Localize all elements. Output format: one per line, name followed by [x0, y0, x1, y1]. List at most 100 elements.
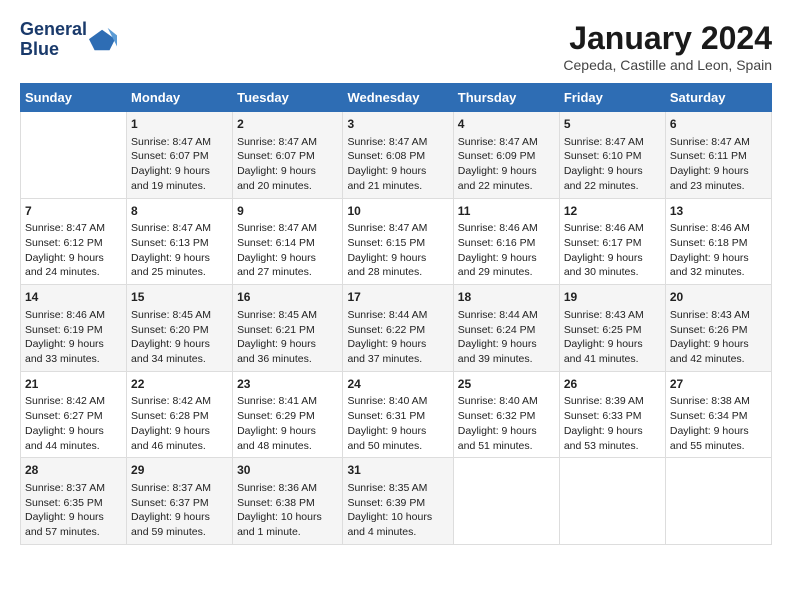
- cell-text-line: Daylight: 9 hours: [347, 424, 448, 439]
- day-number: 9: [237, 203, 338, 220]
- header-wednesday: Wednesday: [343, 84, 453, 112]
- cell-text-line: Sunset: 6:20 PM: [131, 323, 228, 338]
- day-number: 20: [670, 289, 767, 306]
- cell-text-line: Daylight: 9 hours: [131, 424, 228, 439]
- cell-text-line: Daylight: 9 hours: [564, 251, 661, 266]
- cell-text-line: Daylight: 10 hours: [347, 510, 448, 525]
- cell-text-line: Sunset: 6:07 PM: [131, 149, 228, 164]
- calendar-cell: 19Sunrise: 8:43 AMSunset: 6:25 PMDayligh…: [559, 285, 665, 372]
- cell-content: 25Sunrise: 8:40 AMSunset: 6:32 PMDayligh…: [458, 376, 555, 454]
- cell-text-line: Sunset: 6:19 PM: [25, 323, 122, 338]
- cell-text-line: Sunset: 6:37 PM: [131, 496, 228, 511]
- cell-text-line: Sunset: 6:34 PM: [670, 409, 767, 424]
- cell-content: 24Sunrise: 8:40 AMSunset: 6:31 PMDayligh…: [347, 376, 448, 454]
- cell-content: 27Sunrise: 8:38 AMSunset: 6:34 PMDayligh…: [670, 376, 767, 454]
- cell-text-line: Sunrise: 8:42 AM: [131, 394, 228, 409]
- cell-text-line: Sunset: 6:35 PM: [25, 496, 122, 511]
- cell-text-line: and 29 minutes.: [458, 265, 555, 280]
- calendar-cell: 26Sunrise: 8:39 AMSunset: 6:33 PMDayligh…: [559, 371, 665, 458]
- cell-text-line: Sunrise: 8:46 AM: [25, 308, 122, 323]
- day-number: 21: [25, 376, 122, 393]
- cell-text-line: Sunrise: 8:47 AM: [131, 221, 228, 236]
- day-number: 12: [564, 203, 661, 220]
- day-number: 19: [564, 289, 661, 306]
- cell-text-line: Sunrise: 8:47 AM: [458, 135, 555, 150]
- day-number: 3: [347, 116, 448, 133]
- logo: GeneralBlue: [20, 20, 117, 60]
- calendar-cell: [665, 458, 771, 545]
- cell-text-line: and 28 minutes.: [347, 265, 448, 280]
- calendar-cell: [453, 458, 559, 545]
- cell-text-line: and 33 minutes.: [25, 352, 122, 367]
- day-number: 7: [25, 203, 122, 220]
- cell-content: 14Sunrise: 8:46 AMSunset: 6:19 PMDayligh…: [25, 289, 122, 367]
- cell-text-line: and 44 minutes.: [25, 439, 122, 454]
- cell-text-line: Sunrise: 8:38 AM: [670, 394, 767, 409]
- calendar-cell: 27Sunrise: 8:38 AMSunset: 6:34 PMDayligh…: [665, 371, 771, 458]
- calendar-cell: 25Sunrise: 8:40 AMSunset: 6:32 PMDayligh…: [453, 371, 559, 458]
- week-row-0: 1Sunrise: 8:47 AMSunset: 6:07 PMDaylight…: [21, 112, 772, 199]
- calendar-body: 1Sunrise: 8:47 AMSunset: 6:07 PMDaylight…: [21, 112, 772, 545]
- day-number: 2: [237, 116, 338, 133]
- header-friday: Friday: [559, 84, 665, 112]
- cell-text-line: Sunset: 6:33 PM: [564, 409, 661, 424]
- cell-content: 30Sunrise: 8:36 AMSunset: 6:38 PMDayligh…: [237, 462, 338, 540]
- cell-text-line: Daylight: 9 hours: [25, 337, 122, 352]
- calendar-cell: 4Sunrise: 8:47 AMSunset: 6:09 PMDaylight…: [453, 112, 559, 199]
- cell-content: 21Sunrise: 8:42 AMSunset: 6:27 PMDayligh…: [25, 376, 122, 454]
- cell-text-line: and 27 minutes.: [237, 265, 338, 280]
- cell-text-line: Sunset: 6:38 PM: [237, 496, 338, 511]
- cell-text-line: Sunrise: 8:47 AM: [670, 135, 767, 150]
- cell-text-line: Sunrise: 8:46 AM: [564, 221, 661, 236]
- calendar-cell: 11Sunrise: 8:46 AMSunset: 6:16 PMDayligh…: [453, 198, 559, 285]
- week-row-1: 7Sunrise: 8:47 AMSunset: 6:12 PMDaylight…: [21, 198, 772, 285]
- cell-text-line: and 48 minutes.: [237, 439, 338, 454]
- cell-content: 20Sunrise: 8:43 AMSunset: 6:26 PMDayligh…: [670, 289, 767, 367]
- cell-text-line: Sunrise: 8:42 AM: [25, 394, 122, 409]
- page-header: GeneralBlue January 2024 Cepeda, Castill…: [20, 20, 772, 73]
- day-number: 31: [347, 462, 448, 479]
- cell-text-line: and 22 minutes.: [564, 179, 661, 194]
- cell-text-line: Daylight: 9 hours: [670, 424, 767, 439]
- header-saturday: Saturday: [665, 84, 771, 112]
- cell-text-line: Daylight: 9 hours: [458, 424, 555, 439]
- cell-text-line: Sunset: 6:28 PM: [131, 409, 228, 424]
- calendar-cell: 24Sunrise: 8:40 AMSunset: 6:31 PMDayligh…: [343, 371, 453, 458]
- cell-text-line: and 1 minute.: [237, 525, 338, 540]
- cell-text-line: Sunrise: 8:47 AM: [347, 135, 448, 150]
- cell-text-line: Sunrise: 8:41 AM: [237, 394, 338, 409]
- cell-text-line: Daylight: 9 hours: [131, 510, 228, 525]
- cell-text-line: and 50 minutes.: [347, 439, 448, 454]
- cell-content: 29Sunrise: 8:37 AMSunset: 6:37 PMDayligh…: [131, 462, 228, 540]
- calendar-cell: 23Sunrise: 8:41 AMSunset: 6:29 PMDayligh…: [233, 371, 343, 458]
- cell-text-line: Sunrise: 8:43 AM: [564, 308, 661, 323]
- day-number: 22: [131, 376, 228, 393]
- day-number: 15: [131, 289, 228, 306]
- calendar-cell: 21Sunrise: 8:42 AMSunset: 6:27 PMDayligh…: [21, 371, 127, 458]
- header-thursday: Thursday: [453, 84, 559, 112]
- cell-text-line: Sunrise: 8:40 AM: [458, 394, 555, 409]
- day-number: 28: [25, 462, 122, 479]
- header-tuesday: Tuesday: [233, 84, 343, 112]
- week-row-3: 21Sunrise: 8:42 AMSunset: 6:27 PMDayligh…: [21, 371, 772, 458]
- calendar-cell: 8Sunrise: 8:47 AMSunset: 6:13 PMDaylight…: [127, 198, 233, 285]
- cell-text-line: Sunset: 6:21 PM: [237, 323, 338, 338]
- day-number: 27: [670, 376, 767, 393]
- cell-text-line: and 55 minutes.: [670, 439, 767, 454]
- cell-text-line: and 46 minutes.: [131, 439, 228, 454]
- cell-text-line: Daylight: 9 hours: [237, 424, 338, 439]
- cell-content: 12Sunrise: 8:46 AMSunset: 6:17 PMDayligh…: [564, 203, 661, 281]
- cell-text-line: Daylight: 9 hours: [237, 337, 338, 352]
- cell-text-line: Sunrise: 8:39 AM: [564, 394, 661, 409]
- cell-text-line: Sunset: 6:22 PM: [347, 323, 448, 338]
- cell-text-line: Sunrise: 8:44 AM: [458, 308, 555, 323]
- cell-text-line: Sunrise: 8:47 AM: [564, 135, 661, 150]
- day-number: 25: [458, 376, 555, 393]
- logo-icon: [89, 26, 117, 54]
- cell-content: 4Sunrise: 8:47 AMSunset: 6:09 PMDaylight…: [458, 116, 555, 194]
- day-number: 23: [237, 376, 338, 393]
- calendar-cell: 28Sunrise: 8:37 AMSunset: 6:35 PMDayligh…: [21, 458, 127, 545]
- cell-content: 26Sunrise: 8:39 AMSunset: 6:33 PMDayligh…: [564, 376, 661, 454]
- week-row-2: 14Sunrise: 8:46 AMSunset: 6:19 PMDayligh…: [21, 285, 772, 372]
- cell-text-line: and 59 minutes.: [131, 525, 228, 540]
